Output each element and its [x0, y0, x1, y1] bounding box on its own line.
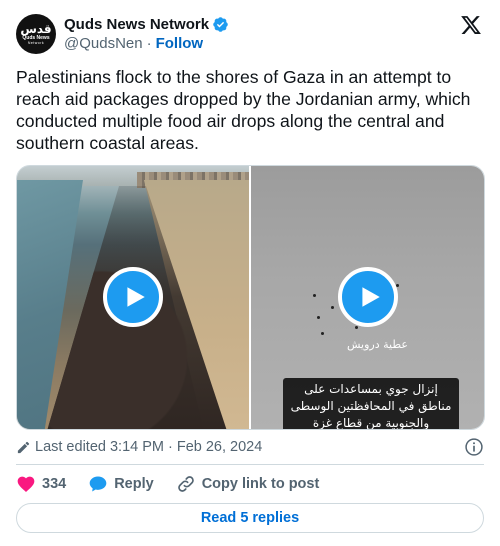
copy-link-button[interactable]: Copy link to post [176, 474, 320, 494]
author-handle[interactable]: @QudsNen [64, 34, 143, 53]
tweet-header: قدس Quds News Network Quds News Network … [16, 12, 484, 56]
play-button-left[interactable] [103, 267, 163, 327]
reply-button[interactable]: Reply [88, 474, 154, 494]
video-caption: إنزال جوي بمساعدات على مناطق في المحافظت… [283, 378, 459, 429]
author-name-row: Quds News Network [64, 15, 229, 34]
author-handle-row: @QudsNen · Follow [64, 34, 229, 53]
author-identity: Quds News Network @QudsNen · Follow [64, 15, 229, 53]
media-grid: عطية درويش إنزال جوي بمساعدات على مناطق … [16, 165, 485, 430]
pencil-icon [17, 441, 30, 453]
airdrop-speck [321, 332, 324, 335]
avatar-arabic-text: قدس [20, 22, 52, 36]
tweet-text: Palestinians flock to the shores of Gaza… [16, 67, 471, 153]
airdrop-speck [355, 326, 358, 329]
like-count: 334 [42, 476, 67, 492]
author-name[interactable]: Quds News Network [64, 15, 209, 34]
like-button[interactable]: 334 [16, 474, 66, 494]
video-watermark: عطية درويش [347, 338, 408, 351]
play-button-right[interactable] [338, 267, 398, 327]
tweet-meta: Last edited 3:14 PM · Feb 26, 2024 [16, 437, 484, 457]
airdrop-speck [317, 316, 320, 319]
reply-label: Reply [114, 476, 154, 492]
x-logo-icon[interactable] [460, 14, 482, 36]
speech-bubble-icon [89, 476, 107, 492]
link-icon [177, 476, 194, 492]
separator-dot: · [146, 35, 152, 52]
video-left[interactable] [17, 166, 249, 429]
follow-button[interactable]: Follow [156, 34, 204, 53]
info-icon[interactable] [464, 437, 484, 457]
avatar[interactable]: قدس Quds News Network [16, 14, 56, 54]
video-right[interactable]: عطية درويش إنزال جوي بمساعدات على مناطق … [251, 166, 484, 429]
play-icon [127, 287, 145, 307]
avatar-small-text: Network [27, 41, 45, 45]
tweet-card: قدس Quds News Network Quds News Network … [0, 0, 500, 546]
read-replies-button[interactable]: Read 5 replies [16, 503, 484, 533]
airdrop-speck [313, 294, 316, 297]
verified-badge-icon [213, 17, 228, 32]
edited-timestamp[interactable]: Last edited 3:14 PM · Feb 26, 2024 [35, 439, 262, 455]
heart-icon [17, 476, 35, 492]
copy-link-label: Copy link to post [201, 476, 320, 492]
play-icon [362, 287, 380, 307]
airdrop-speck [331, 306, 334, 309]
action-bar: 334 Reply Copy link to post [16, 473, 484, 495]
divider [16, 464, 484, 465]
